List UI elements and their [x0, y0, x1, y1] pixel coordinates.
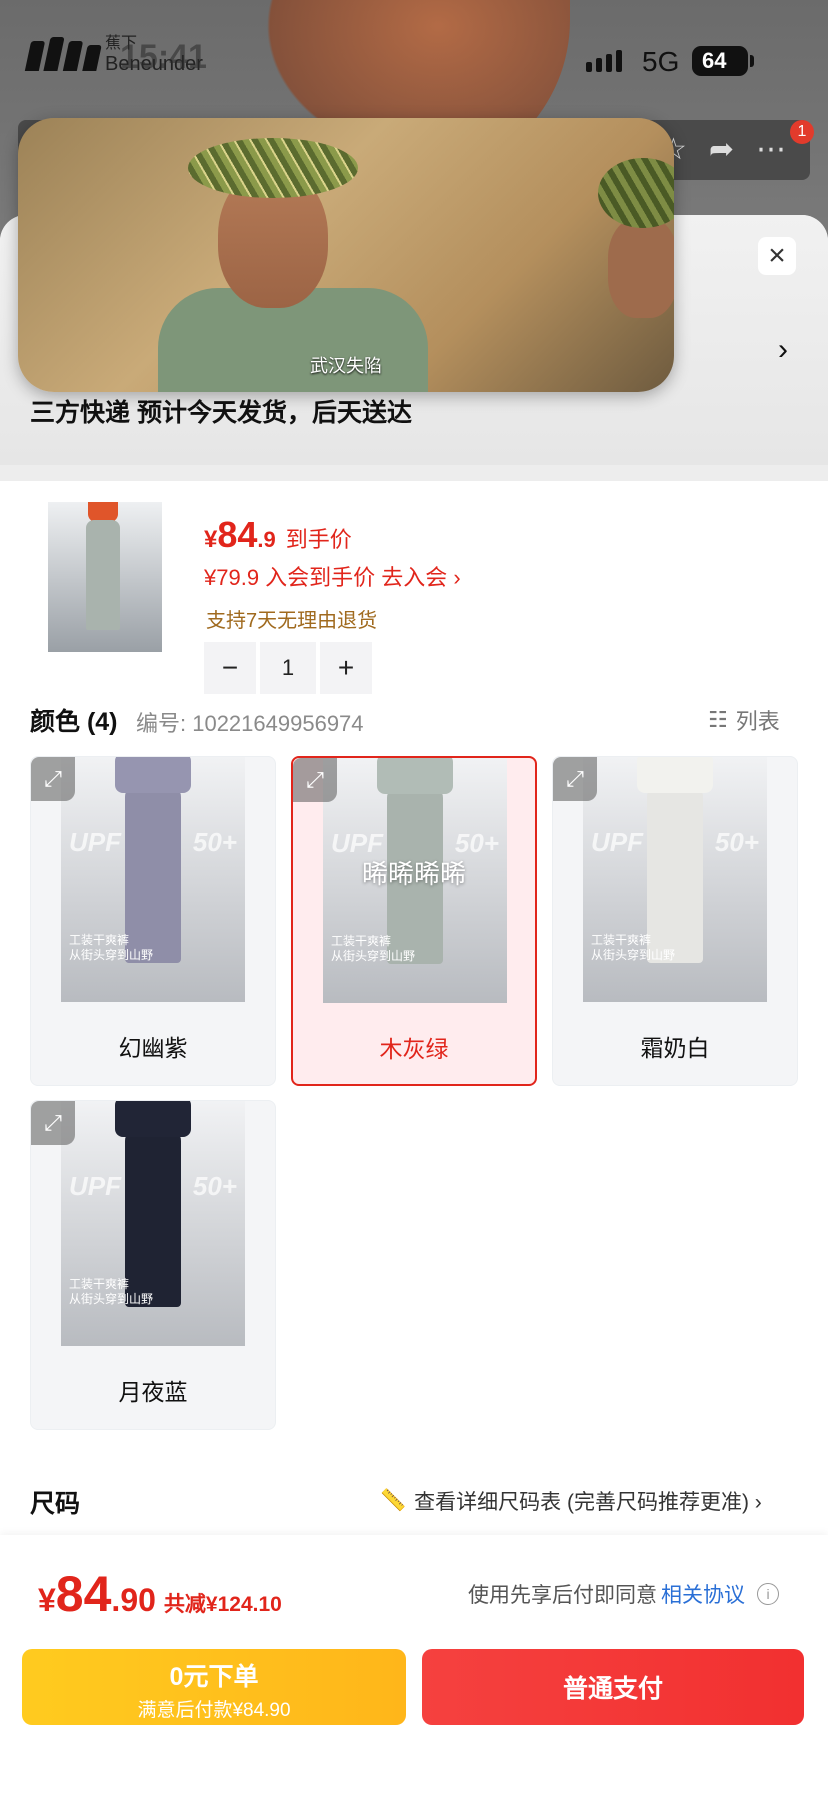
- color-option-gray-green[interactable]: UPF 50+ 工装干爽裤 从街头穿到山野 晞晞晞晞 ⤢ 木灰绿: [291, 756, 537, 1086]
- brand-logo-icon: [24, 37, 102, 71]
- normal-pay-button[interactable]: 普通支付: [422, 1649, 804, 1725]
- expand-icon[interactable]: ⤢: [553, 757, 597, 801]
- notification-badge: 1: [790, 120, 814, 144]
- address-chevron-icon[interactable]: ›: [778, 333, 788, 367]
- ruler-icon: 📏: [380, 1489, 407, 1512]
- product-thumbnail[interactable]: [48, 502, 162, 652]
- quantity-stepper: − 1 +: [204, 642, 372, 694]
- decrease-button[interactable]: −: [204, 642, 256, 694]
- swatch-name: 月夜蓝: [118, 1379, 188, 1405]
- return-policy: 支持7天无理由退货: [206, 610, 378, 632]
- video-subtitle: 武汉失陷: [310, 356, 382, 376]
- total-saving: 共减¥124.10: [163, 1593, 282, 1616]
- signal-icon: [586, 50, 622, 72]
- swatch-name: 霜奶白: [640, 1035, 710, 1061]
- status-bar: 蕉下 Beneunder 15:41 5G 64: [0, 0, 828, 120]
- info-icon[interactable]: i: [757, 1583, 779, 1605]
- color-option-navy[interactable]: UPF 50+ 工装干爽裤 从街头穿到山野 ⤢ 月夜蓝: [30, 1100, 276, 1430]
- swatch-name: 幻幽紫: [118, 1035, 188, 1061]
- battery-icon: 64: [692, 46, 754, 76]
- swatch-name: 木灰绿: [379, 1036, 449, 1062]
- agreement-notice: 使用先享后付即同意 相关协议 i: [468, 1579, 779, 1609]
- total-price: ¥ 84 .90 共减¥124.10: [38, 1566, 282, 1622]
- expand-icon[interactable]: ⤢: [31, 757, 75, 801]
- color-option-purple[interactable]: UPF 50+ 工装干爽裤 从街头穿到山野 ⤢ 幻幽紫: [30, 756, 276, 1086]
- swatch-image: UPF 50+ 工装干爽裤 从街头穿到山野: [61, 757, 245, 1002]
- swatch-image: UPF 50+ 工装干爽裤 从街头穿到山野: [61, 1101, 245, 1346]
- price-label: 到手价: [285, 527, 352, 552]
- close-button[interactable]: ×: [758, 237, 796, 275]
- delivery-info: 三方快递 预计今天发货，后天送达: [30, 399, 412, 427]
- expand-icon[interactable]: ⤢: [31, 1101, 75, 1145]
- swatch-image: UPF 50+ 工装干爽裤 从街头穿到山野: [583, 757, 767, 1002]
- clock: 15:41: [120, 38, 207, 76]
- divider: [0, 465, 828, 481]
- size-chart-link[interactable]: 📏 查看详细尺码表 (完善尺码推荐更准) ›: [380, 1486, 762, 1516]
- floating-video-player[interactable]: 武汉失陷: [18, 118, 674, 392]
- swatch-overlay-text: 晞晞晞晞: [361, 859, 466, 889]
- expand-icon[interactable]: ⤢: [293, 758, 337, 802]
- share-icon[interactable]: ➦: [709, 132, 734, 167]
- more-icon[interactable]: ⋯: [756, 132, 786, 167]
- pay-later-button[interactable]: 0元下单 满意后付款¥84.90: [22, 1649, 406, 1725]
- member-price-link[interactable]: ¥79.9 入会到手价 去入会 ›: [204, 560, 461, 592]
- list-view-toggle[interactable]: ☷ 列表: [708, 704, 780, 736]
- final-price: ¥ 84 .9 到手价: [204, 514, 352, 555]
- color-option-white[interactable]: UPF 50+ 工装干爽裤 从街头穿到山野 ⤢ 霜奶白: [552, 756, 798, 1086]
- quantity-value[interactable]: 1: [260, 642, 316, 694]
- list-icon: ☷: [708, 707, 728, 732]
- payment-bar: ¥ 84 .90 共减¥124.10 使用先享后付即同意 相关协议 i 0元下单…: [0, 1535, 828, 1800]
- close-icon: ×: [768, 239, 786, 272]
- size-section-title: 尺码: [30, 1490, 81, 1518]
- increase-button[interactable]: +: [320, 642, 372, 694]
- color-section-title: 颜色 (4): [30, 708, 118, 736]
- network-type: 5G: [642, 46, 680, 77]
- product-code: 编号: 10221649956974: [136, 711, 364, 736]
- top-actions: ☆ ➦ ⋯: [660, 132, 786, 167]
- agreement-link[interactable]: 相关协议: [661, 1579, 745, 1609]
